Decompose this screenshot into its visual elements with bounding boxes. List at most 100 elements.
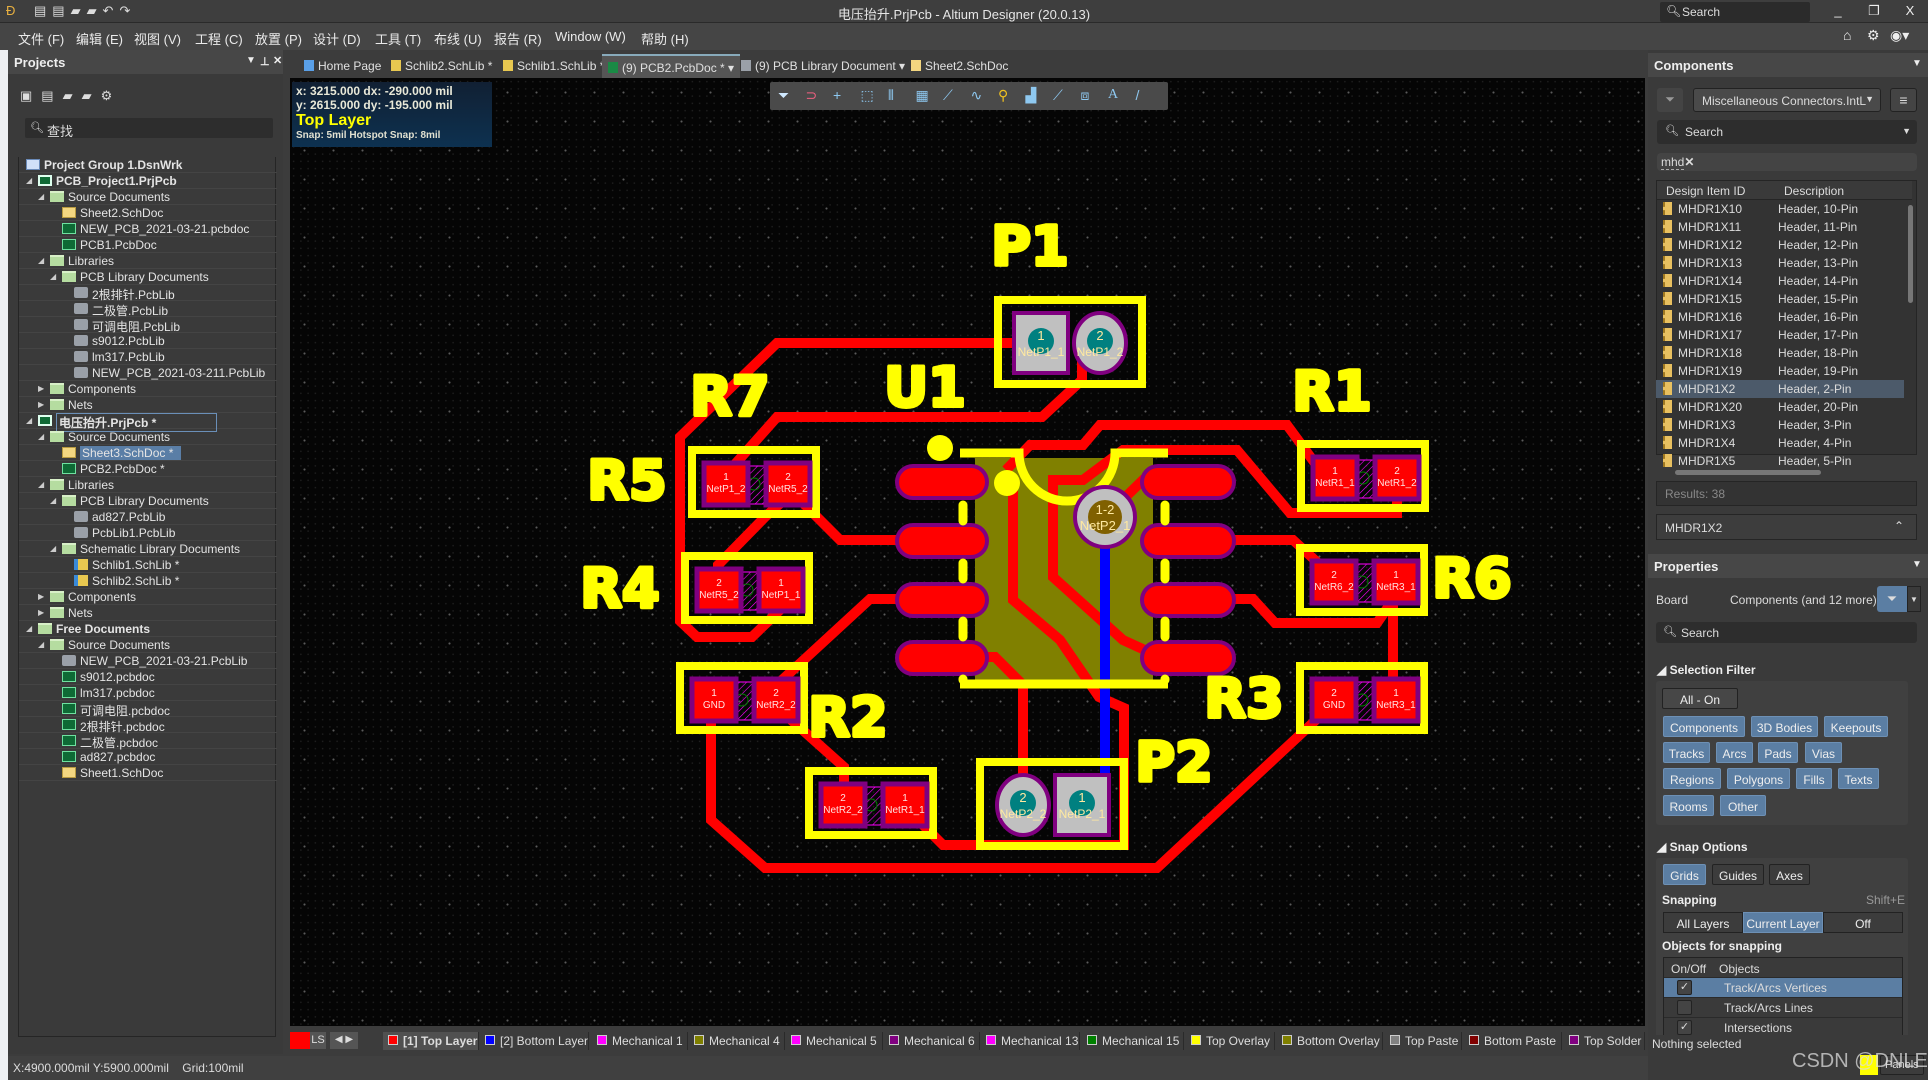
chevron-down-icon[interactable]: ▾ [896,59,905,73]
restore-button[interactable]: ❐ [1864,3,1884,19]
menu-reports[interactable]: 报告 (R) [494,29,542,48]
tree-item[interactable]: 2根排针.pcbdoc [19,717,277,734]
expanded-triangle-icon[interactable]: ◢ [38,256,44,265]
tree-item[interactable]: ◢ PCB_Project1.PrjPcb [19,173,277,189]
layer-tab-mechanical-13[interactable]: Mechanical 13 [981,1032,1080,1050]
component-row[interactable]: MHDR1X19 Header, 19-Pin [1656,362,1904,380]
minimize-button[interactable]: _ [1828,3,1848,18]
panel-menu-icon[interactable]: ▼ [1912,58,1922,69]
tree-item[interactable]: ▶ Components [19,381,277,397]
tab-schlib1-schlib[interactable]: Schlib1.SchLib * [497,54,610,78]
line-icon[interactable]: / [1136,87,1140,103]
home-icon[interactable]: ⌂ [1843,27,1851,43]
component-row[interactable]: MHDR1X17 Header, 17-Pin [1656,326,1904,344]
snapping-current-layer-option[interactable]: Current Layer [1743,912,1823,933]
expanded-triangle-icon[interactable]: ◢ [26,176,32,185]
snap-object-checkbox[interactable]: ✓ [1677,980,1692,995]
menu-tools[interactable]: 工具 (T) [375,29,421,48]
expanded-triangle-icon[interactable]: ◢ [50,544,56,553]
component-row[interactable]: MHDR1X20 Header, 20-Pin [1656,398,1904,416]
tree-item[interactable]: Project Group 1.DsnWrk [19,157,277,173]
snap-object-row[interactable]: Track/Arcs Lines [1664,997,1902,1017]
component-row[interactable]: MHDR1X14 Header, 14-Pin [1656,272,1904,290]
filter-pads-button[interactable]: Pads [1758,742,1798,763]
layer-set-button[interactable]: LS [310,1032,326,1049]
tree-item[interactable]: Schlib1.SchLib * [19,557,277,573]
filter-vias-button[interactable]: Vias [1805,742,1842,763]
col-description[interactable]: Description [1784,184,1844,198]
tree-item[interactable]: ◢ Source Documents [19,637,277,653]
filter-keepouts-button[interactable]: Keepouts [1824,716,1888,737]
tree-item[interactable]: Sheet3.SchDoc * [19,445,277,461]
length-tune-icon[interactable]: ∿ [971,87,983,104]
chevron-down-icon[interactable]: ▼ [1902,126,1911,136]
close-button[interactable]: X [1900,3,1920,18]
tree-item[interactable]: ad827.PcbLib [19,509,277,525]
filter-dropdown-chevron-icon[interactable]: ▼ [1907,586,1921,612]
filter-components-button[interactable]: Components [1663,716,1745,737]
tree-item[interactable]: ad827.pcbdoc [19,749,277,765]
pcb-canvas[interactable]: 1-2 NetP2_1 1 NetP1_2 2 NetR5_2 2 NetR5_2 1 NetP1… [290,78,1645,1026]
crosshair-icon[interactable]: + [833,87,841,103]
tab-home-page[interactable]: Home Page [298,54,387,78]
component-row[interactable]: MHDR1X18 Header, 18-Pin [1656,344,1904,362]
tab-9-pcb-library-document[interactable]: (9) PCB Library Document ▾ [735,54,911,78]
selection-filter-title[interactable]: ◢ Selection Filter [1657,663,1756,677]
snap-object-checkbox[interactable] [1677,1000,1692,1015]
align-icon[interactable]: ⫴ [888,87,894,104]
panel-menu-icon[interactable]: ▼ [246,55,256,66]
component-row[interactable]: MHDR1X11 Header, 11-Pin [1656,218,1904,236]
layer-tab-top-paste[interactable]: Top Paste [1385,1032,1462,1050]
component-row[interactable]: MHDR1X13 Header, 13-Pin [1656,254,1904,272]
tree-item[interactable]: 二极管.pcbdoc [19,733,277,750]
hamburger-menu-icon[interactable]: ≡ [1890,88,1917,112]
global-search-input[interactable]: 🔍︎ Search [1660,2,1810,22]
tree-item[interactable]: ◢ PCB Library Documents [19,269,277,285]
save-icon[interactable]: ▣ [20,88,32,103]
interactive-routing-magnet-icon[interactable]: ⊃ [806,87,818,104]
current-layer-color[interactable] [290,1032,310,1049]
expanded-triangle-icon[interactable]: ◢ [38,640,44,649]
project-options-icon[interactable]: ▰ [63,88,73,103]
layer-tab-bottom-overlay[interactable]: Bottom Overlay [1277,1032,1383,1050]
filter-tracks-button[interactable]: Tracks [1663,742,1710,763]
tree-item[interactable]: Sheet2.SchDoc [19,205,277,221]
tree-item[interactable]: ◢ Schematic Library Documents [19,541,277,557]
snap-object-row[interactable]: ✓ Intersections [1664,1017,1902,1037]
menu-file[interactable]: 文件 (F) [18,29,64,48]
tree-item[interactable]: 可调电阻.PcbLib [19,317,277,334]
collapsed-triangle-icon[interactable]: ▶ [38,608,44,617]
folder-options-icon[interactable]: ▰ [82,88,92,103]
expanded-triangle-icon[interactable]: ◢ [26,416,32,425]
tab-sheet2-schdoc[interactable]: Sheet2.SchDoc [905,54,1014,78]
tree-item[interactable]: PCB2.PcbDoc * [19,461,277,477]
tab-schlib2-schlib[interactable]: Schlib2.SchLib * [385,54,498,78]
text-icon[interactable]: A [1108,87,1118,103]
filter-regions-button[interactable]: Regions [1663,768,1721,789]
snap-options-title[interactable]: ◢ Snap Options [1657,840,1748,854]
collapsed-triangle-icon[interactable]: ▶ [38,384,44,393]
filter-arcs-button[interactable]: Arcs [1716,742,1753,763]
components-search-input[interactable]: 🔍︎ Search ▼ [1657,120,1917,144]
menu-help[interactable]: 帮助 (H) [641,29,689,48]
snap-object-row[interactable]: ✓ Track/Arcs Vertices [1664,977,1902,997]
tree-item[interactable]: lm317.pcbdoc [19,685,277,701]
all-on-button[interactable]: All - On [1662,688,1738,709]
col-design-item-id[interactable]: Design Item ID [1666,184,1745,198]
tree-item[interactable]: ▶ Nets [19,397,277,413]
filter-rooms-button[interactable]: Rooms [1663,795,1714,816]
component-row[interactable]: MHDR1X15 Header, 15-Pin [1656,290,1904,308]
tree-item[interactable]: 2根排针.PcbLib [19,285,277,302]
settings-gear-icon[interactable]: ⚙ [101,88,113,103]
component-detail-bar[interactable]: MHDR1X2 ⌃ [1656,514,1917,540]
pin-icon[interactable]: ⊥ [260,55,270,68]
snapping-off-option[interactable]: Off [1823,912,1903,933]
menu-place[interactable]: 放置 (P) [255,29,302,48]
filter-fills-button[interactable]: Fills [1796,768,1832,789]
library-dropdown[interactable]: Miscellaneous Connectors.IntL ▼ [1693,88,1881,112]
collapse-icon[interactable]: ⌃ [1894,519,1904,533]
filter-polygons-button[interactable]: Polygons [1727,768,1790,789]
filter-texts-button[interactable]: Texts [1838,768,1879,789]
tree-item[interactable]: ◢ Source Documents [19,189,277,205]
layer-tab-mechanical-6[interactable]: Mechanical 6 [884,1032,980,1050]
